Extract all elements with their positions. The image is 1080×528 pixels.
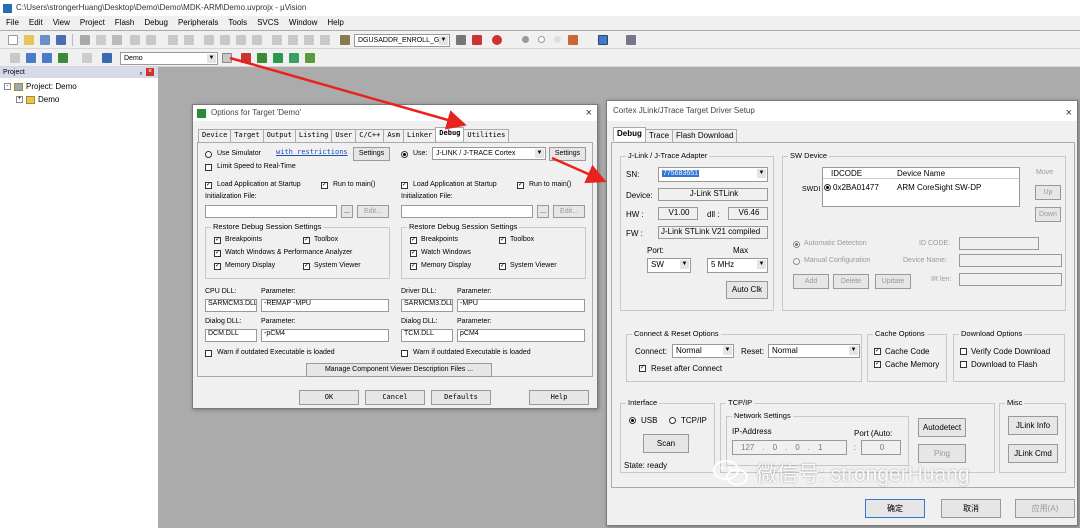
arrow-to-settings-dialog	[551, 156, 607, 184]
annotation-arrows	[229, 56, 607, 184]
arrow-to-debug-tab	[229, 56, 467, 130]
